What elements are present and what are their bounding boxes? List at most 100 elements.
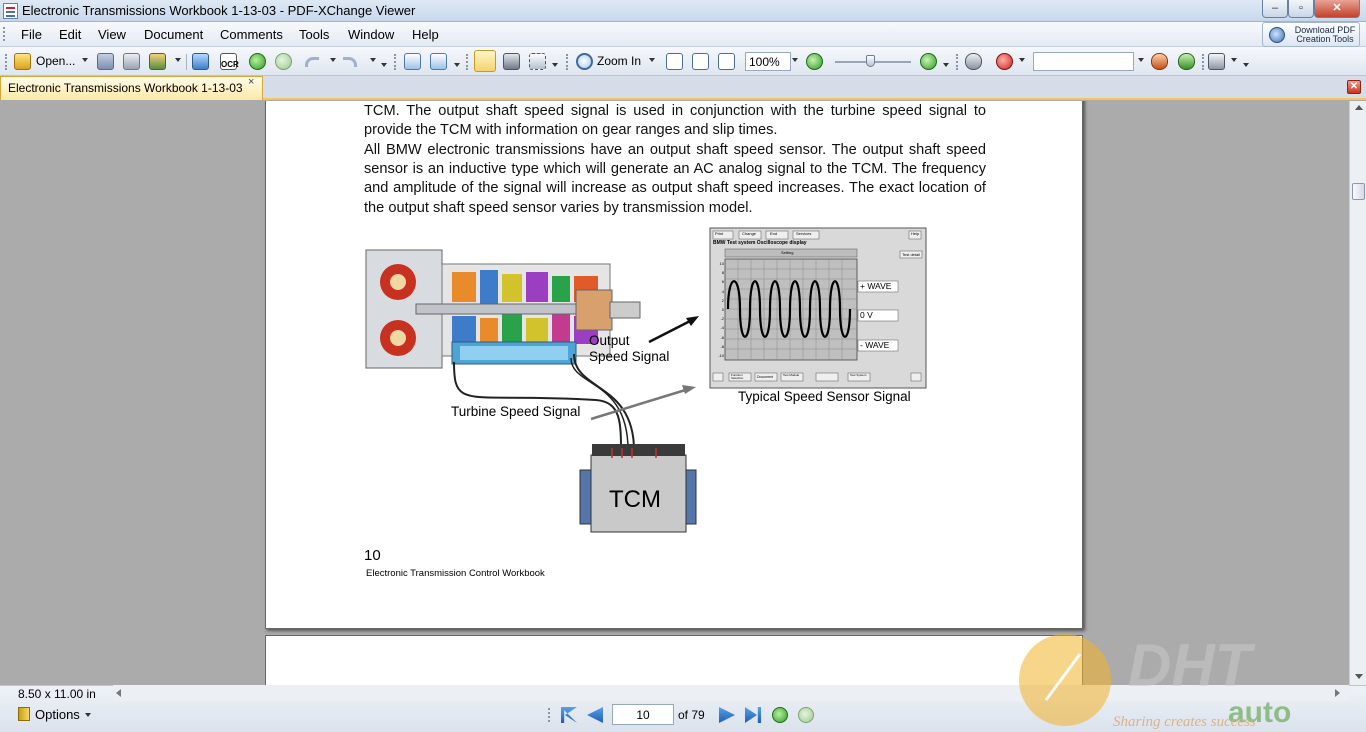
fit-page-icon[interactable] xyxy=(692,53,709,70)
navbar-grip[interactable] xyxy=(548,708,551,722)
vertical-scrollbar[interactable] xyxy=(1349,101,1366,685)
horizontal-scrollbar[interactable] xyxy=(113,685,1349,701)
tick-label: -6 xyxy=(720,334,724,340)
scroll-down-icon[interactable] xyxy=(1355,674,1363,679)
hand-tool-icon[interactable] xyxy=(474,50,496,72)
fit-width-icon[interactable] xyxy=(718,53,735,70)
zoom-plus-icon[interactable] xyxy=(920,53,937,70)
zoom-in-label[interactable]: Zoom In xyxy=(597,54,641,68)
open-dropdown-icon[interactable] xyxy=(82,58,88,62)
zoom-level-dropdown-icon[interactable] xyxy=(792,58,798,62)
toolbar-end-overflow-icon[interactable] xyxy=(1243,63,1249,67)
document-tab[interactable]: Electronic Transmissions Workbook 1-13-0… xyxy=(0,76,263,100)
tick-label: 10 xyxy=(719,261,724,266)
find-binoculars-icon[interactable] xyxy=(965,53,982,70)
scroll-left-icon[interactable] xyxy=(116,689,121,697)
rotate-dropdown-icon[interactable] xyxy=(454,63,460,67)
tick-label: 0 xyxy=(721,307,724,313)
search-input[interactable] xyxy=(1033,52,1134,71)
menu-edit[interactable]: Edit xyxy=(59,27,81,42)
rotate-right-icon[interactable] xyxy=(430,53,447,70)
scope-bottom-button-document: Document xyxy=(757,375,773,379)
snapshot-camera-icon[interactable] xyxy=(503,53,520,70)
search-previous-icon[interactable] xyxy=(1151,53,1168,70)
close-window-button[interactable]: ✕ xyxy=(1314,0,1360,18)
menu-bar: File Edit View Document Comments Tools W… xyxy=(0,22,1366,47)
next-view-icon[interactable] xyxy=(798,707,814,723)
menu-document[interactable]: Document xyxy=(144,27,203,42)
save-icon[interactable] xyxy=(97,53,114,70)
open-button-label[interactable]: Open... xyxy=(36,54,75,68)
redo-dropdown-icon[interactable] xyxy=(370,58,376,62)
pdf-page: TCM. The output shaft speed signal is us… xyxy=(265,101,1083,629)
ask-icon[interactable] xyxy=(996,53,1013,70)
options-flag-icon[interactable] xyxy=(18,707,30,721)
scope-button-print: Print xyxy=(715,231,724,236)
redo-icon[interactable] xyxy=(343,57,357,67)
page-size-label: 8.50 x 11.00 in xyxy=(18,687,96,701)
menu-help[interactable]: Help xyxy=(412,27,439,42)
page-footer: Electronic Transmission Control Workbook xyxy=(366,568,545,579)
maximize-button[interactable]: ▫ xyxy=(1288,0,1314,18)
menu-window[interactable]: Window xyxy=(348,27,394,42)
undo-dropdown-icon[interactable] xyxy=(330,58,336,62)
search-next-icon[interactable] xyxy=(1178,53,1195,70)
forward-arrow-icon[interactable] xyxy=(275,53,292,70)
toolbar-overflow-icon[interactable] xyxy=(381,63,387,67)
previous-view-icon[interactable] xyxy=(772,707,788,723)
zoom-overflow-icon[interactable] xyxy=(943,63,949,67)
email-icon[interactable] xyxy=(149,53,166,70)
menu-view[interactable]: View xyxy=(98,27,126,42)
zoom-in-icon[interactable] xyxy=(576,53,593,70)
tab-close-icon[interactable]: × xyxy=(248,76,254,88)
ocr-icon[interactable]: OCR xyxy=(220,53,239,70)
menu-comments[interactable]: Comments xyxy=(220,27,283,42)
print-icon[interactable] xyxy=(123,53,140,70)
rotate-left-icon[interactable] xyxy=(404,53,421,70)
wave-minus-label: - WAVE xyxy=(860,340,890,350)
scroll-right-icon[interactable] xyxy=(1335,689,1340,697)
options-button[interactable]: Options xyxy=(35,707,80,722)
tick-label: 2 xyxy=(721,297,724,303)
scope-bottom-button-test-system: Test System xyxy=(850,373,867,377)
oscilloscope-display xyxy=(709,227,927,389)
tick-label: -10 xyxy=(718,353,724,359)
open-folder-icon[interactable] xyxy=(14,53,31,70)
page-number-input[interactable]: 10 xyxy=(612,704,674,725)
tick-label: 4 xyxy=(721,288,724,294)
download-pdf-tools-button[interactable]: Download PDF Creation Tools xyxy=(1262,22,1360,47)
scope-help: Help xyxy=(911,231,920,236)
zoom-slider-thumb[interactable] xyxy=(866,55,875,67)
document-tab-bar: Electronic Transmissions Workbook 1-13-0… xyxy=(0,76,1366,100)
tools-dropdown-icon[interactable] xyxy=(1231,58,1237,62)
tick-label: -8 xyxy=(720,343,724,349)
options-dropdown-icon[interactable] xyxy=(85,713,91,717)
select-text-icon[interactable] xyxy=(529,53,546,70)
menubar-grip[interactable] xyxy=(3,27,6,41)
scroll-up-icon[interactable] xyxy=(1355,105,1363,110)
zoom-level-input[interactable]: 100% xyxy=(745,52,791,71)
actual-size-icon[interactable] xyxy=(666,53,683,70)
app-icon[interactable] xyxy=(3,3,18,19)
undo-icon[interactable] xyxy=(305,57,319,67)
search-dropdown-icon[interactable] xyxy=(1138,58,1144,62)
document-viewport[interactable]: TCM. The output shaft speed signal is us… xyxy=(0,101,1349,685)
wave-zero-label: 0 V xyxy=(860,310,873,320)
minimize-button[interactable]: ‒ xyxy=(1262,0,1288,18)
email-dropdown-icon[interactable] xyxy=(175,58,181,62)
menu-tools[interactable]: Tools xyxy=(299,27,329,42)
scope-button-change: Change xyxy=(742,231,757,236)
page-total-label: of 79 xyxy=(678,708,705,722)
vertical-scroll-thumb[interactable] xyxy=(1352,183,1365,200)
wave-plus-label: + WAVE xyxy=(860,281,892,291)
select-dropdown-icon[interactable] xyxy=(552,63,558,67)
zoom-tool-dropdown-icon[interactable] xyxy=(649,58,655,62)
back-arrow-icon[interactable] xyxy=(249,53,266,70)
main-toolbar: Open... OCR Zoom In xyxy=(0,47,1366,76)
close-document-button[interactable]: ✕ xyxy=(1347,80,1361,94)
zoom-out-icon[interactable] xyxy=(806,53,823,70)
ask-dropdown-icon[interactable] xyxy=(1019,58,1025,62)
tools-wand-icon[interactable] xyxy=(1208,53,1225,70)
scan-icon[interactable] xyxy=(192,53,209,70)
menu-file[interactable]: File xyxy=(21,27,42,42)
